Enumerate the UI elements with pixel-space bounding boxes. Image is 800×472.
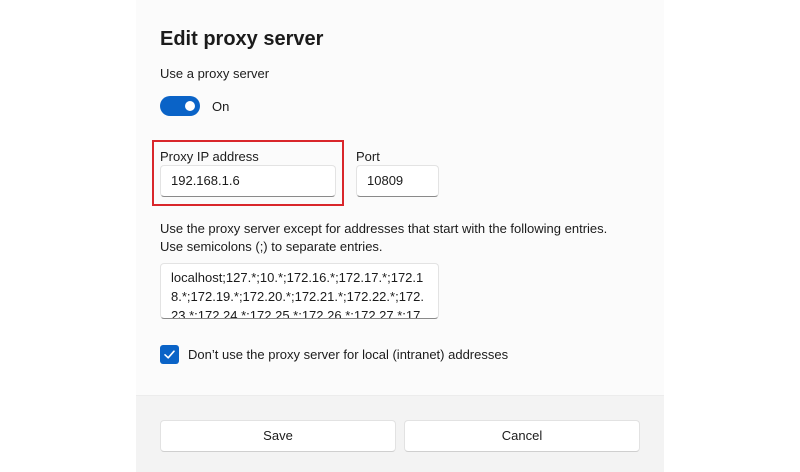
cancel-button[interactable]: Cancel <box>404 420 640 452</box>
proxy-ip-label: Proxy IP address <box>160 149 259 164</box>
dialog-title: Edit proxy server <box>160 28 324 50</box>
use-proxy-toggle[interactable] <box>160 96 200 116</box>
checkmark-icon <box>164 350 175 359</box>
local-bypass-label: Don’t use the proxy server for local (in… <box>188 347 509 362</box>
save-button[interactable]: Save <box>160 420 396 452</box>
proxy-ip-input[interactable]: 192.168.1.6 <box>160 165 336 197</box>
exceptions-description-line2: Use semicolons (;) to separate entries. <box>160 239 383 254</box>
use-proxy-label: Use a proxy server <box>160 66 270 81</box>
toggle-knob <box>185 101 195 111</box>
toggle-state-label: On <box>212 99 230 114</box>
port-label: Port <box>356 149 380 164</box>
port-input[interactable]: 10809 <box>356 165 439 197</box>
exceptions-description-line1: Use the proxy server except for addresse… <box>160 221 608 236</box>
local-bypass-checkbox[interactable] <box>160 345 179 364</box>
exceptions-textarea[interactable]: localhost;127.*;10.*;172.16.*;172.17.*;1… <box>160 263 439 319</box>
exceptions-description: Use the proxy server except for addresse… <box>160 220 660 256</box>
